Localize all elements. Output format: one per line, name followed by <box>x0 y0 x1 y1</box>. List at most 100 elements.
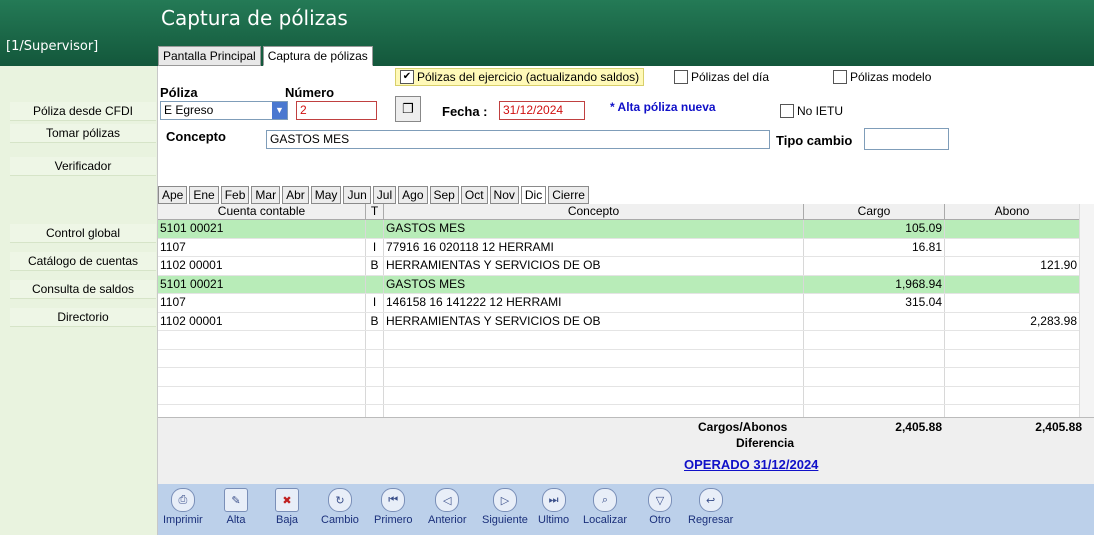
empty-row[interactable] <box>158 368 1094 387</box>
table-row[interactable]: 1102 00001 B HERRAMIENTAS Y SERVICIOS DE… <box>158 257 1094 276</box>
cell-t: B <box>366 257 384 275</box>
siguiente-button[interactable]: ▷ Siguiente <box>482 488 528 526</box>
otro-label: Otro <box>649 514 671 526</box>
grid-scrollbar[interactable] <box>1079 204 1094 417</box>
cell-concepto: HERRAMIENTAS Y SERVICIOS DE OB <box>384 312 804 330</box>
sidebar-item-catalogo-cuentas[interactable]: Catálogo de cuentas <box>10 252 156 271</box>
no-ietu-label: No IETU <box>797 104 844 118</box>
checkbox-box <box>833 70 847 84</box>
numero-field[interactable]: 2 <box>296 101 377 120</box>
tab-month[interactable]: Oct <box>460 186 488 204</box>
cell-cargo: 16.81 <box>804 238 945 256</box>
baja-button[interactable]: ✖ Baja <box>275 488 299 526</box>
primero-label: Primero <box>374 514 413 526</box>
ultimo-button[interactable]: ⏭ Ultimo <box>538 488 569 526</box>
tab-pantalla-principal[interactable]: Pantalla Principal <box>158 46 261 66</box>
tab-month[interactable]: Mar <box>251 186 281 204</box>
tab-month[interactable]: Ape <box>158 186 188 204</box>
table-row[interactable]: 1107 I 77916 16 020118 12 HERRAMI 16.81 <box>158 238 1094 257</box>
delete-icon: ✖ <box>275 488 299 512</box>
last-icon: ⏭ <box>541 488 566 512</box>
empty-row[interactable] <box>158 349 1094 368</box>
imprimir-button[interactable]: ⎙ Imprimir <box>163 488 203 526</box>
cell-concepto: 146158 16 141222 12 HERRAMI <box>384 294 804 312</box>
numero-label: Número <box>285 85 335 100</box>
concepto-label: Concepto <box>166 129 226 144</box>
col-concepto-header[interactable]: Concepto <box>384 204 804 219</box>
cell-t <box>366 220 384 238</box>
polizas-dia-checkbox[interactable]: Pólizas del día <box>674 70 769 84</box>
first-icon: ⏮ <box>381 488 406 512</box>
table-row[interactable]: 5101 00021 GASTOS MES 1,968.94 <box>158 275 1094 294</box>
table-row[interactable]: 1102 00001 B HERRAMIENTAS Y SERVICIOS DE… <box>158 312 1094 331</box>
sidebar-item-directorio[interactable]: Directorio <box>10 308 156 327</box>
tab-month[interactable]: Nov <box>489 186 519 204</box>
tab-month[interactable]: Ene <box>189 186 219 204</box>
no-ietu-checkbox[interactable]: No IETU <box>780 104 843 118</box>
sidebar-item-verificador[interactable]: Verificador <box>10 157 156 176</box>
primero-button[interactable]: ⏮ Primero <box>374 488 413 526</box>
totals-panel: Cargos/Abonos Diferencia 2,405.88 2,405.… <box>158 417 1094 486</box>
operado-link[interactable]: OPERADO 31/12/2024 <box>684 457 818 472</box>
anterior-button[interactable]: ◁ Anterior <box>428 488 467 526</box>
checkbox-box <box>780 104 794 118</box>
cell-concepto: 77916 16 020118 12 HERRAMI <box>384 238 804 256</box>
concepto-field[interactable]: GASTOS MES <box>266 130 770 149</box>
next-icon: ▷ <box>492 488 517 512</box>
empty-row[interactable] <box>158 331 1094 350</box>
col-cargo-header[interactable]: Cargo <box>804 204 945 219</box>
tab-month[interactable]: Ago <box>398 186 428 204</box>
empty-row[interactable] <box>158 386 1094 405</box>
down-triangle-icon: ▽ <box>648 488 672 512</box>
return-icon: ↩ <box>698 488 723 512</box>
polizas-ejercicio-checkbox[interactable]: ✔ Pólizas del ejercicio (actualizando sa… <box>395 68 645 86</box>
diferencia-label: Diferencia <box>736 436 795 450</box>
tab-captura-polizas[interactable]: Captura de pólizas <box>262 46 373 66</box>
tab-month[interactable]: Jul <box>372 186 397 204</box>
cell-concepto: HERRAMIENTAS Y SERVICIOS DE OB <box>384 257 804 275</box>
cell-abono <box>945 294 1080 312</box>
alta-button[interactable]: ✎ Alta <box>224 488 248 526</box>
tab-month[interactable]: Jun <box>343 186 371 204</box>
poliza-type-select[interactable]: E Egreso ▼ <box>160 101 288 120</box>
tab-month[interactable]: Cierre <box>548 186 589 204</box>
tab-month[interactable]: Sep <box>429 186 459 204</box>
table-row[interactable]: 5101 00021 GASTOS MES 105.09 <box>158 220 1094 239</box>
table-row[interactable]: 1107 I 146158 16 141222 12 HERRAMI 315.0… <box>158 294 1094 313</box>
printer-icon: ⎙ <box>170 488 195 512</box>
tab-month-active[interactable]: Dic <box>520 186 547 204</box>
copy-poliza-button[interactable]: ❐ <box>395 96 421 122</box>
regresar-label: Regresar <box>688 514 734 526</box>
cargos-abonos-label: Cargos/Abonos <box>698 420 788 434</box>
tab-month[interactable]: Feb <box>220 186 250 204</box>
new-icon: ✎ <box>224 488 248 512</box>
cambio-button[interactable]: ↻ Cambio <box>321 488 359 526</box>
sidebar-item-tomar-polizas[interactable]: Tomar pólizas <box>10 124 156 143</box>
tipo-cambio-field[interactable] <box>864 128 949 150</box>
chevron-down-icon[interactable]: ▼ <box>272 102 287 119</box>
alta-poliza-note: * Alta póliza nueva <box>610 100 716 114</box>
col-cuenta-header[interactable]: Cuenta contable <box>158 204 366 219</box>
regresar-button[interactable]: ↩ Regresar <box>688 488 733 526</box>
copy-icon: ❐ <box>402 101 414 116</box>
fecha-field[interactable]: 31/12/2024 <box>499 101 585 120</box>
cambio-label: Cambio <box>321 514 359 526</box>
app-window: Captura de pólizas [1/Supervisor] Pantal… <box>0 0 1094 535</box>
sidebar-item-poliza-cfdi[interactable]: Póliza desde CFDI <box>10 102 156 121</box>
poliza-label: Póliza <box>160 85 198 100</box>
cell-cuenta: 1102 00001 <box>158 312 366 330</box>
polizas-modelo-checkbox[interactable]: Pólizas modelo <box>833 70 931 84</box>
search-icon: ⌕ <box>593 488 618 512</box>
check-icon: ✔ <box>400 70 414 84</box>
cell-t: I <box>366 238 384 256</box>
otro-button[interactable]: ▽ Otro <box>648 488 672 526</box>
sidebar-item-consulta-saldos[interactable]: Consulta de saldos <box>10 280 156 299</box>
cell-cargo: 315.04 <box>804 294 945 312</box>
localizar-button[interactable]: ⌕ Localizar <box>583 488 627 526</box>
col-abono-header[interactable]: Abono <box>945 204 1080 219</box>
col-t-header[interactable]: T <box>366 204 384 219</box>
sidebar: Póliza desde CFDI Tomar pólizas Verifica… <box>0 66 158 535</box>
tab-month[interactable]: Abr <box>282 186 309 204</box>
tab-month[interactable]: May <box>310 186 342 204</box>
sidebar-item-control-global[interactable]: Control global <box>10 224 156 243</box>
